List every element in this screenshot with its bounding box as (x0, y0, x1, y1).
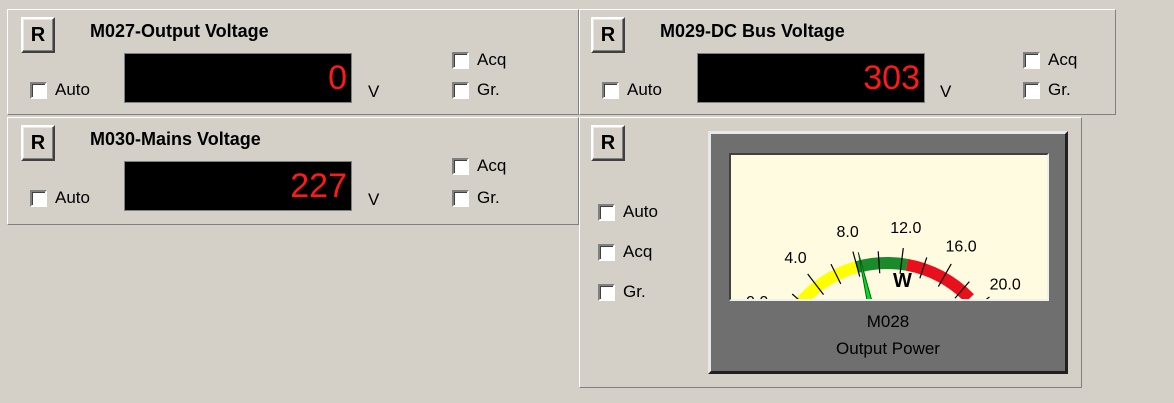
checkbox-box[interactable] (1023, 51, 1040, 69)
gauge-tick (985, 296, 990, 299)
gauge-code: M028 (866, 312, 910, 331)
checkbox-label: Acq (477, 156, 507, 175)
unit-label: V (368, 190, 380, 209)
checkbox-box[interactable] (452, 157, 469, 175)
gauge-face: 0.0 4.0 8.0 12.0 16.0 20.0 W (729, 153, 1049, 301)
gauge-unit: W (893, 270, 912, 292)
checkbox-label: Acq (1048, 50, 1078, 69)
checkbox-label: Acq (623, 242, 653, 261)
checkbox-box[interactable] (452, 51, 469, 69)
gauge-scale-label: 0.0 (746, 294, 768, 299)
checkbox-label: Gr. (477, 80, 500, 99)
acq-checkbox[interactable]: Acq (452, 50, 506, 70)
checkbox-label: Auto (623, 202, 658, 221)
gauge-dial: 0.0 4.0 8.0 12.0 16.0 20.0 W (746, 220, 1021, 299)
panel-title: M029-DC Bus Voltage (660, 21, 845, 41)
checkbox-box[interactable] (598, 203, 615, 221)
panel-m027: R M027-Output Voltage Auto 0 V Acq Gr. (7, 9, 579, 115)
checkbox-label: Acq (477, 50, 507, 69)
acq-checkbox[interactable]: Acq (452, 156, 506, 176)
checkbox-label: Gr. (623, 282, 646, 301)
checkbox-label: Gr. (477, 188, 500, 207)
reset-button[interactable]: R (21, 125, 55, 161)
checkbox-label: Gr. (1048, 80, 1071, 99)
checkbox-box[interactable] (452, 189, 469, 207)
value-display: 227 (124, 161, 352, 211)
reset-button[interactable]: R (591, 125, 625, 161)
graph-checkbox[interactable]: Gr. (598, 282, 646, 302)
gauge-tick (877, 251, 881, 274)
panel-title: M027-Output Voltage (90, 21, 269, 41)
gauge-scale-label: 16.0 (946, 239, 977, 256)
graph-checkbox[interactable]: Gr. (452, 80, 500, 100)
panel-title: M030-Mains Voltage (90, 129, 261, 149)
checkbox-label: Auto (55, 80, 90, 99)
auto-checkbox[interactable]: Auto (30, 188, 90, 208)
value-display: 303 (697, 53, 925, 103)
graph-checkbox[interactable]: Gr. (1023, 80, 1071, 100)
checkbox-box[interactable] (598, 283, 615, 301)
gauge-scale-label: 4.0 (784, 250, 806, 267)
auto-checkbox[interactable]: Auto (598, 202, 658, 222)
panel-m030: R M030-Mains Voltage Auto 227 V Acq Gr. (7, 117, 579, 225)
reset-button[interactable]: R (21, 17, 55, 53)
acq-checkbox[interactable]: Acq (598, 242, 652, 262)
panel-m029: R M029-DC Bus Voltage Auto 303 V Acq Gr. (579, 9, 1116, 115)
gauge-scale-label: 12.0 (890, 220, 921, 237)
gauge-scale-label: 20.0 (990, 277, 1021, 294)
checkbox-box[interactable] (452, 81, 469, 99)
gauge-name: Output Power (836, 339, 940, 358)
checkbox-label: Auto (55, 188, 90, 207)
unit-label: V (368, 82, 380, 101)
checkbox-box[interactable] (598, 243, 615, 261)
gauge-scale-label: 8.0 (837, 224, 859, 241)
checkbox-box[interactable] (30, 189, 47, 207)
graph-checkbox[interactable]: Gr. (452, 188, 500, 208)
auto-checkbox[interactable]: Auto (602, 80, 662, 100)
checkbox-box[interactable] (1023, 81, 1040, 99)
reset-button[interactable]: R (591, 17, 625, 53)
power-gauge: 0.0 4.0 8.0 12.0 16.0 20.0 W M028 Output Powe… (708, 131, 1068, 374)
value-display: 0 (124, 53, 352, 103)
checkbox-box[interactable] (602, 81, 619, 99)
acq-checkbox[interactable]: Acq (1023, 50, 1077, 70)
auto-checkbox[interactable]: Auto (30, 80, 90, 100)
gauge-zone (905, 258, 974, 299)
checkbox-box[interactable] (30, 81, 47, 99)
checkbox-label: Auto (627, 80, 662, 99)
unit-label: V (940, 82, 952, 101)
